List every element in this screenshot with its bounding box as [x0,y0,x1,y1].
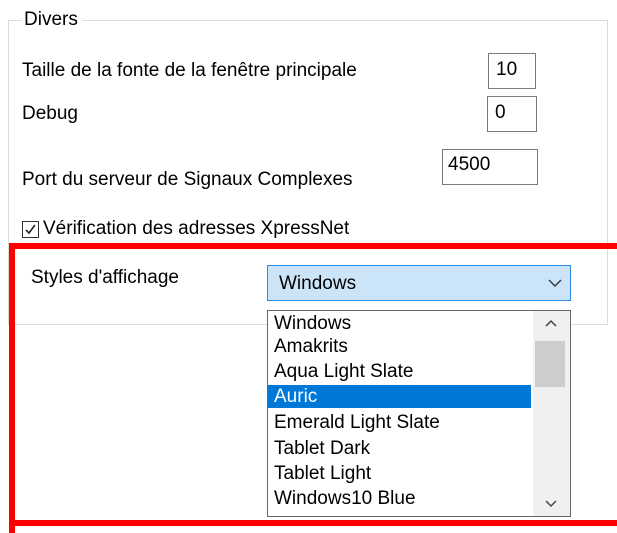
xpressnet-check-label[interactable]: Vérification des adresses XpressNet [43,217,349,241]
groupbox-title: Divers [22,8,82,32]
port-label: Port du serveur de Signaux Complexes [22,169,353,190]
debug-input[interactable]: 0 [487,96,537,132]
xpressnet-checkbox[interactable] [22,221,39,238]
font-size-label: Taille de la fonte de la fenêtre princip… [22,60,357,81]
highlight-frame-bottom [9,520,617,526]
debug-label: Debug [22,103,78,124]
port-input[interactable]: 4500 [442,149,538,185]
font-size-input[interactable]: 10 [488,53,536,89]
checkmark-icon [25,224,36,235]
highlight-frame [9,243,617,533]
